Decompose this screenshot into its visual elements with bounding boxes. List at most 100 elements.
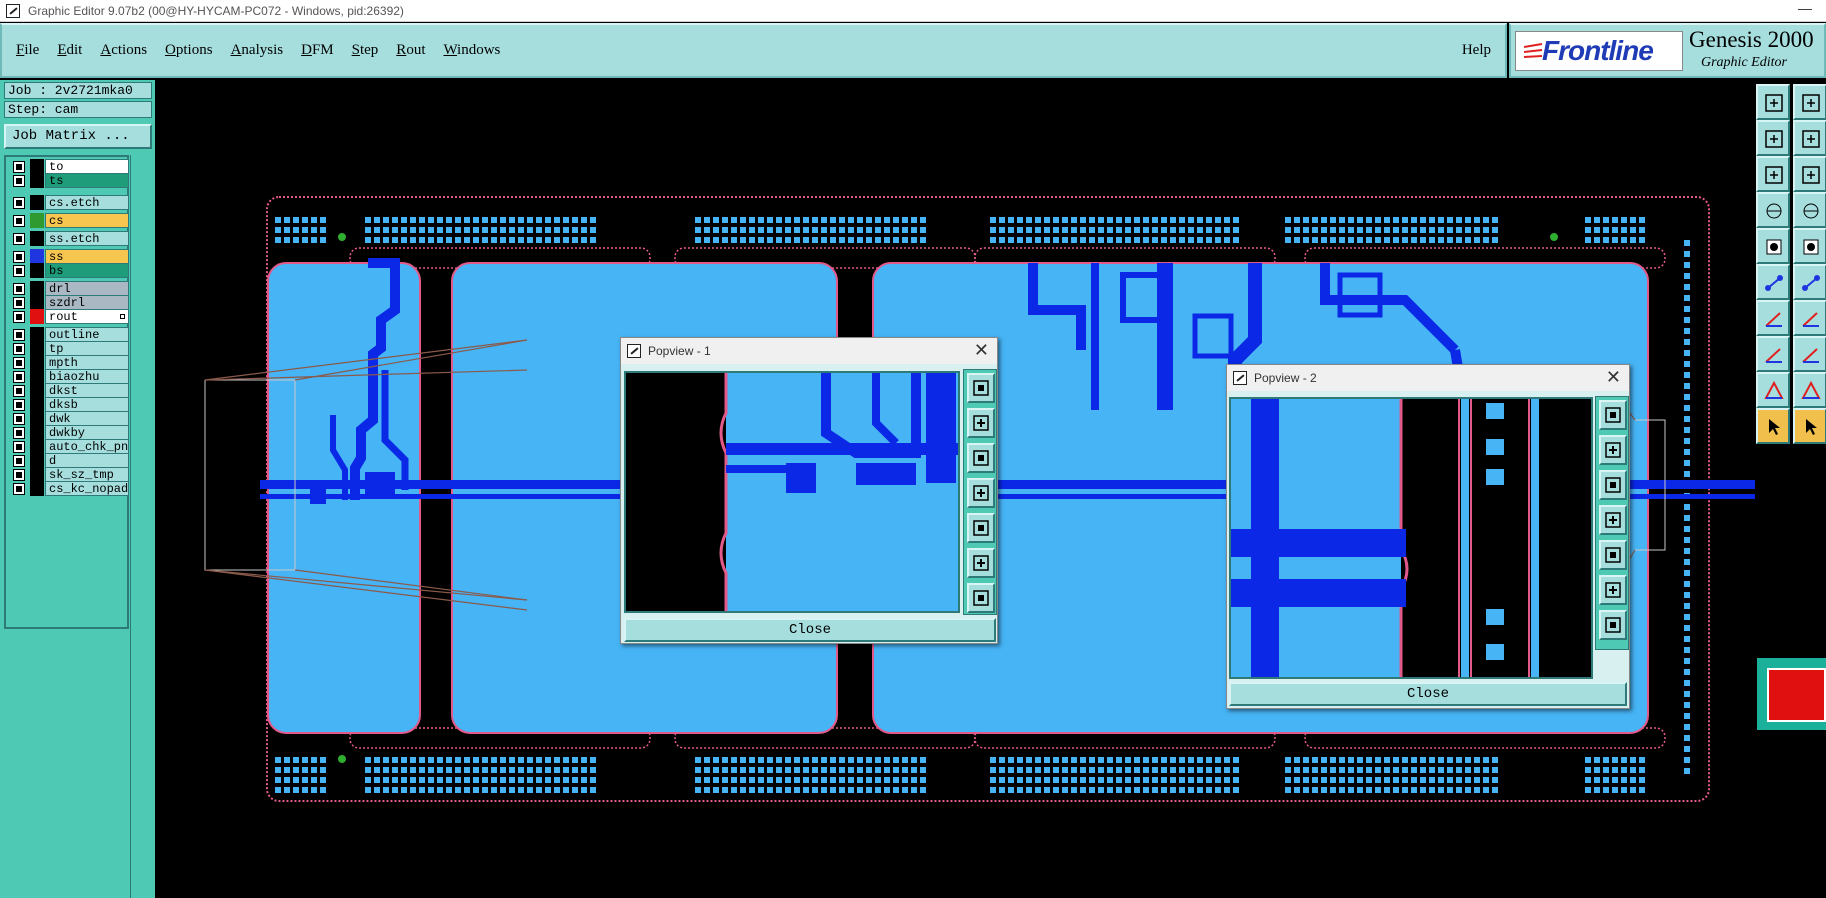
layer-color-swatch[interactable] — [30, 355, 44, 370]
popview-tool-button[interactable] — [1599, 505, 1627, 535]
pointer-button[interactable] — [1756, 408, 1790, 444]
layer-checkbox[interactable] — [14, 386, 24, 396]
layer-color-swatch[interactable] — [30, 369, 44, 384]
layer-color-swatch[interactable] — [30, 263, 44, 278]
layer-color-swatch[interactable] — [30, 195, 44, 210]
layer-checkbox[interactable] — [14, 312, 24, 322]
layer-row[interactable]: rout — [9, 309, 130, 324]
layer-checkbox[interactable] — [14, 414, 24, 424]
layer-color-swatch[interactable] — [30, 213, 44, 228]
menu-windows[interactable]: Windows — [443, 42, 500, 59]
job-matrix-button[interactable]: Job Matrix ... — [4, 124, 152, 149]
layer-checkbox[interactable] — [14, 456, 24, 466]
popview-2-canvas[interactable] — [1229, 397, 1593, 679]
layer-name[interactable]: szdrl — [45, 295, 129, 310]
layer-name[interactable]: ss.etch — [45, 231, 129, 246]
layer-name[interactable]: mpth — [45, 355, 129, 370]
layer-name[interactable]: dwkby — [45, 425, 129, 440]
menu-file[interactable]: File — [16, 42, 39, 59]
layer-name[interactable]: to — [45, 159, 129, 174]
menu-edit[interactable]: Edit — [57, 42, 82, 59]
layer-row[interactable]: cs_kc_nopad — [9, 481, 130, 496]
layer-row[interactable]: d — [9, 453, 130, 468]
layer-color-swatch[interactable] — [30, 425, 44, 440]
layer-checkbox[interactable] — [14, 284, 24, 294]
pointer-button[interactable] — [1793, 408, 1826, 444]
layer-name[interactable]: auto_chk_pn — [45, 439, 129, 454]
zoom-fit-button[interactable] — [1756, 156, 1790, 192]
popview-1-close-button[interactable]: Close — [624, 618, 996, 642]
edit-line-button[interactable] — [1756, 300, 1790, 336]
layer-color-swatch[interactable] — [30, 281, 44, 296]
layer-row[interactable]: cs — [9, 213, 130, 228]
popview-tool-button[interactable] — [1599, 540, 1627, 570]
measure-button[interactable] — [1756, 192, 1790, 228]
layer-row[interactable]: ts — [9, 173, 130, 188]
popview-tool-button[interactable] — [967, 478, 995, 508]
layer-row[interactable]: dwk — [9, 411, 130, 426]
layer-row[interactable]: tp — [9, 341, 130, 356]
popview-tool-button[interactable] — [1599, 610, 1627, 640]
edit-line-button[interactable] — [1793, 300, 1826, 336]
zoom-area-button[interactable] — [1793, 156, 1826, 192]
layer-name[interactable]: bs — [45, 263, 129, 278]
layer-row[interactable]: bs — [9, 263, 130, 278]
menu-dfm[interactable]: DFM — [301, 42, 334, 59]
layer-row[interactable]: drl — [9, 281, 130, 296]
layer-row[interactable]: biaozhu — [9, 369, 130, 384]
layer-row[interactable]: dkst — [9, 383, 130, 398]
menu-step[interactable]: Step — [352, 42, 379, 59]
zoom-in-button[interactable] — [1756, 120, 1790, 156]
layer-row[interactable]: dksb — [9, 397, 130, 412]
layer-color-swatch[interactable] — [30, 397, 44, 412]
layer-row[interactable]: ss.etch — [9, 231, 130, 246]
popview-tool-button[interactable] — [1599, 575, 1627, 605]
popview-tool-button[interactable] — [967, 583, 995, 613]
layer-row[interactable]: to — [9, 159, 130, 174]
layer-checkbox[interactable] — [14, 442, 24, 452]
layer-checkbox[interactable] — [14, 234, 24, 244]
popview-tool-button[interactable] — [967, 548, 995, 578]
layer-color-swatch[interactable] — [30, 295, 44, 310]
layer-list-scrollbar[interactable] — [130, 155, 154, 898]
layer-row[interactable]: dwkby — [9, 425, 130, 440]
zoom-out-button[interactable] — [1793, 120, 1826, 156]
snap-button[interactable] — [1793, 84, 1826, 120]
layer-checkbox[interactable] — [14, 162, 24, 172]
net-button[interactable] — [1756, 264, 1790, 300]
layer-name[interactable]: rout — [45, 309, 129, 324]
minimize-button[interactable]: — — [1798, 0, 1812, 16]
popview-tool-button[interactable] — [967, 513, 995, 543]
zoom-home-button[interactable] — [1756, 84, 1790, 120]
layer-color-swatch[interactable] — [30, 481, 44, 496]
menu-options[interactable]: Options — [165, 42, 213, 59]
layer-name[interactable]: cs.etch — [45, 195, 129, 210]
layer-row[interactable]: szdrl — [9, 295, 130, 310]
popview-tool-button[interactable] — [967, 373, 995, 403]
popview-tool-button[interactable] — [967, 443, 995, 473]
layer-checkbox[interactable] — [14, 470, 24, 480]
popview-tool-button[interactable] — [967, 408, 995, 438]
layer-checkbox[interactable] — [14, 216, 24, 226]
popview-1-canvas[interactable] — [624, 371, 960, 613]
layer-name[interactable]: dksb — [45, 397, 129, 412]
layer-color-swatch[interactable] — [30, 439, 44, 454]
triangle-button[interactable] — [1793, 372, 1826, 408]
layer-row[interactable]: auto_chk_pn — [9, 439, 130, 454]
triangle-button[interactable] — [1756, 372, 1790, 408]
layer-color-swatch[interactable] — [30, 453, 44, 468]
popview-2-close-x[interactable]: ✕ — [1606, 367, 1621, 388]
pad-button[interactable] — [1756, 336, 1790, 372]
layer-color-swatch[interactable] — [30, 231, 44, 246]
select-button[interactable] — [1756, 228, 1790, 264]
layer-checkbox[interactable] — [14, 176, 24, 186]
layer-name[interactable]: dkst — [45, 383, 129, 398]
layer-color-swatch[interactable] — [30, 411, 44, 426]
layer-row[interactable]: mpth — [9, 355, 130, 370]
popview-tool-button[interactable] — [1599, 435, 1627, 465]
layer-name[interactable]: cs — [45, 213, 129, 228]
layer-color-swatch[interactable] — [30, 159, 44, 174]
layer-checkbox[interactable] — [14, 330, 24, 340]
layer-name[interactable]: dwk — [45, 411, 129, 426]
layer-row[interactable]: outline — [9, 327, 130, 342]
